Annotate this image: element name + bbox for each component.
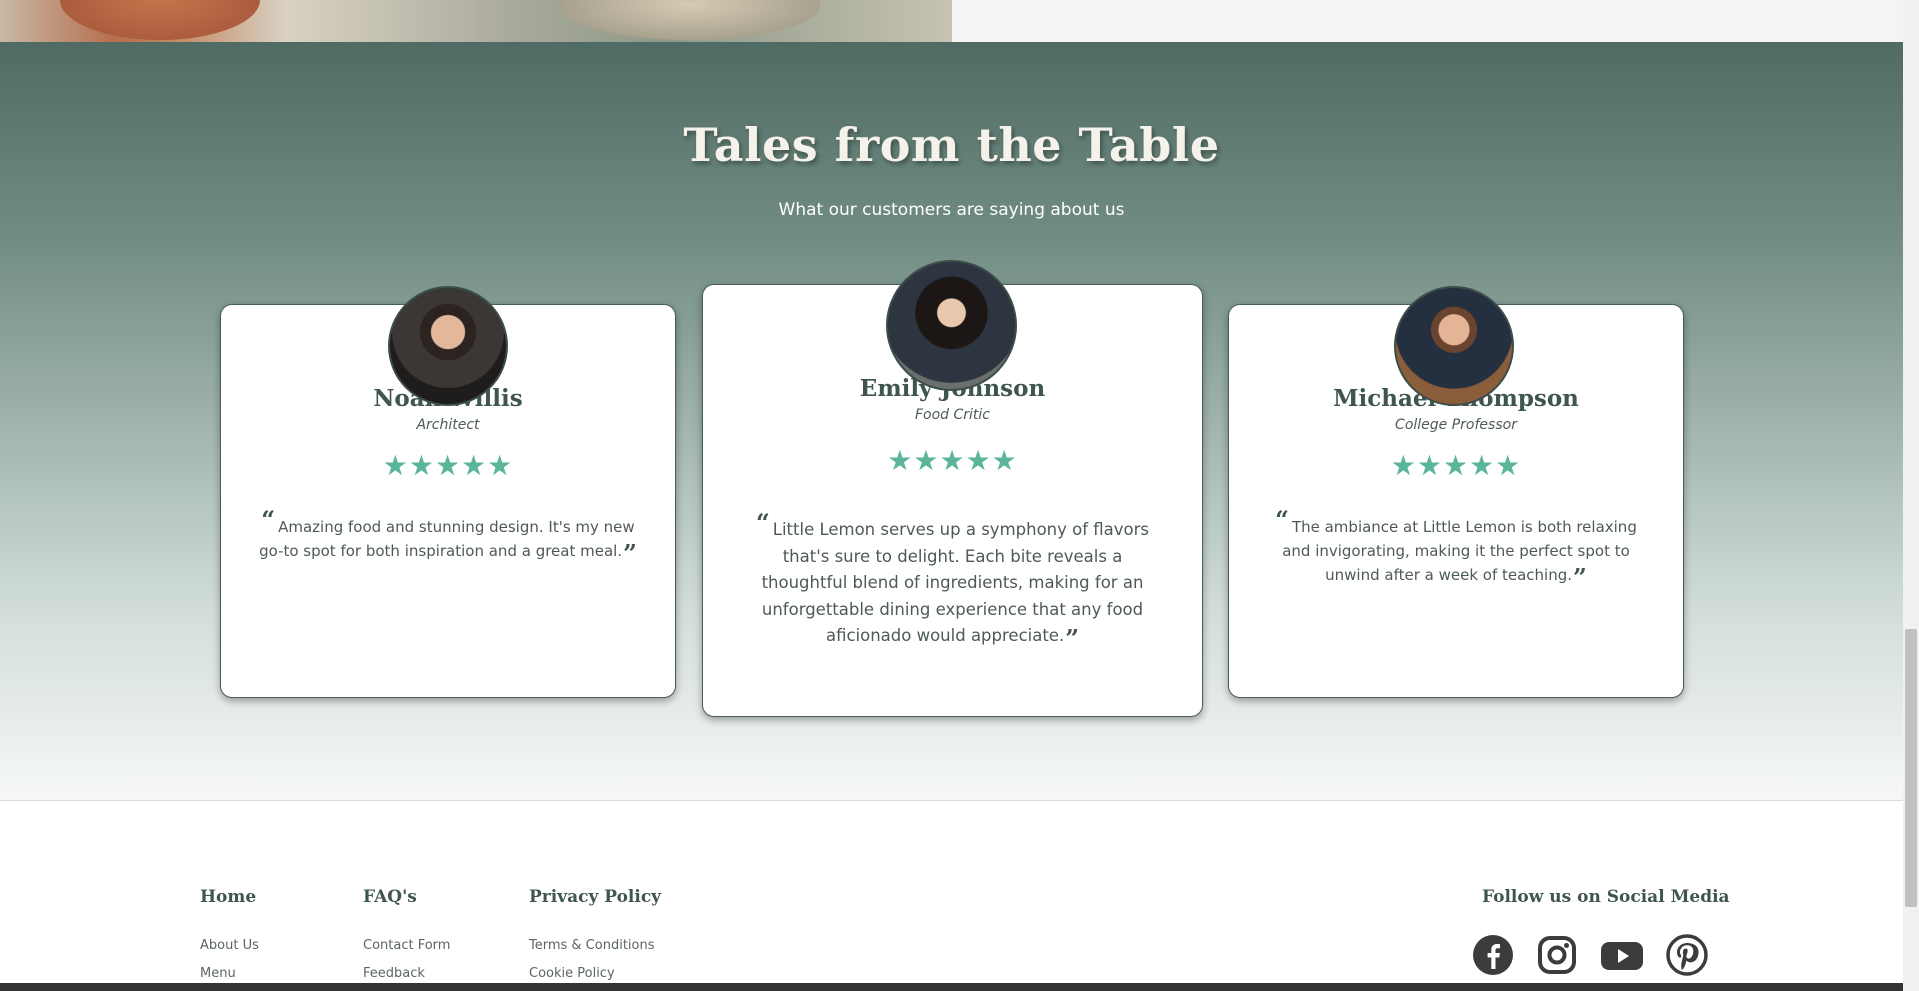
footer-link-feedback[interactable]: Feedback: [363, 966, 450, 981]
footer-link-menu[interactable]: Menu: [200, 966, 259, 981]
social-heading: Follow us on Social Media: [1482, 887, 1730, 907]
instagram-icon[interactable]: [1536, 934, 1578, 976]
footer-link-contact-form[interactable]: Contact Form: [363, 938, 450, 953]
open-quote-icon: “: [1275, 505, 1289, 534]
close-quote-icon: ”: [1065, 624, 1080, 653]
bottom-bar: [0, 983, 1903, 991]
footer-link-terms[interactable]: Terms & Conditions: [529, 938, 661, 953]
open-quote-icon: “: [755, 508, 770, 537]
bowl-shape: [60, 0, 260, 40]
hero-food-image: [0, 0, 952, 42]
pinterest-icon[interactable]: [1666, 934, 1708, 976]
testimonial-quote: “Amazing food and stunning design. It's …: [257, 508, 639, 566]
quote-text: Amazing food and stunning design. It's m…: [259, 518, 635, 560]
testimonial-quote: “The ambiance at Little Lemon is both re…: [1265, 508, 1647, 590]
footer-column-privacy: Privacy Policy Terms & Conditions Cookie…: [529, 887, 661, 991]
close-quote-icon: ”: [623, 539, 637, 568]
scrollbar-thumb[interactable]: [1905, 629, 1917, 907]
social-icons: [1472, 934, 1708, 976]
footer-column-home: Home About Us Menu: [200, 887, 259, 991]
footer: Home About Us Menu FAQ's Contact Form Fe…: [0, 801, 1903, 983]
facebook-icon[interactable]: [1472, 934, 1514, 976]
footer-column-faqs: FAQ's Contact Form Feedback: [363, 887, 450, 991]
close-quote-icon: ”: [1573, 563, 1587, 592]
footer-heading-privacy-policy[interactable]: Privacy Policy: [529, 887, 661, 907]
star-rating: ★★★★★: [887, 445, 1018, 476]
section-title: Tales from the Table: [683, 118, 1220, 172]
plate-shape: [560, 0, 820, 40]
avatar-noah: [388, 286, 508, 406]
youtube-icon[interactable]: [1600, 934, 1644, 976]
quote-text: Little Lemon serves up a symphony of fla…: [761, 520, 1150, 645]
avatar-emily: [886, 260, 1017, 391]
star-rating: ★★★★★: [1390, 450, 1522, 481]
reviewer-role: Food Critic: [914, 407, 991, 423]
section-subtitle: What our customers are saying about us: [778, 200, 1125, 220]
footer-link-cookie-policy[interactable]: Cookie Policy: [529, 966, 661, 981]
reviewer-role: Architect: [416, 417, 480, 433]
star-rating: ★★★★★: [382, 450, 514, 481]
footer-heading-home[interactable]: Home: [200, 887, 259, 907]
footer-heading-faqs[interactable]: FAQ's: [363, 887, 450, 907]
reviewer-role: College Professor: [1395, 417, 1517, 433]
open-quote-icon: “: [261, 505, 276, 534]
avatar-michael: [1394, 286, 1514, 406]
testimonial-quote: “Little Lemon serves up a symphony of fl…: [741, 511, 1164, 653]
footer-link-about-us[interactable]: About Us: [200, 938, 259, 953]
